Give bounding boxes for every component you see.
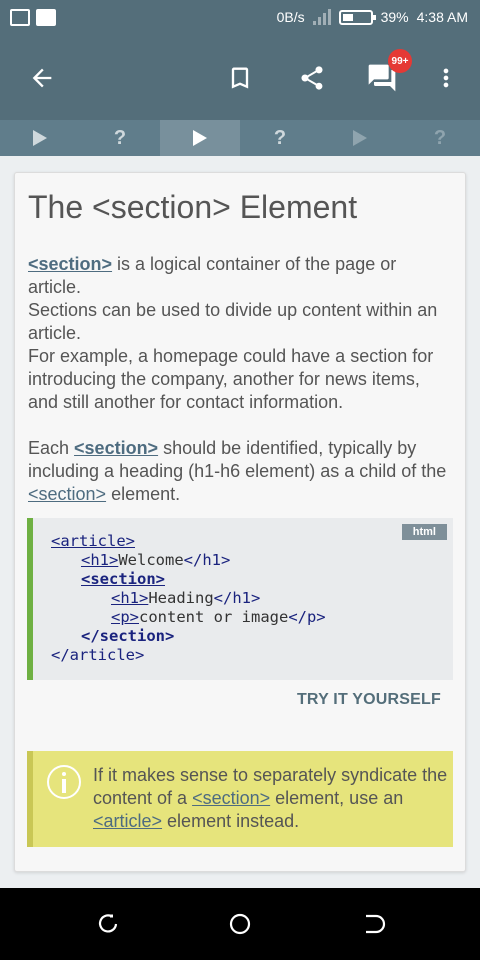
code-line: </article>: [51, 646, 326, 665]
code-tag[interactable]: <article>: [51, 532, 135, 550]
code-tag[interactable]: <p>: [111, 608, 139, 626]
code-tag[interactable]: <h1>: [81, 551, 118, 569]
clock: 4:38 AM: [416, 9, 468, 25]
lesson-nav: ? ? ?: [0, 120, 480, 156]
system-nav-bar: [0, 888, 480, 960]
net-speed: 0B/s: [276, 9, 305, 25]
home-icon: [229, 913, 251, 935]
lesson-step-quiz-2[interactable]: ?: [240, 120, 320, 156]
play-icon: [353, 130, 367, 146]
code-line: <section>: [51, 570, 326, 589]
section-link[interactable]: <section>: [28, 484, 106, 504]
lesson-step-lesson-2[interactable]: [160, 120, 240, 156]
code-language-badge: html: [401, 524, 447, 540]
article-link[interactable]: <article>: [93, 811, 162, 831]
heading-text-pre: Each: [28, 438, 75, 458]
battery-percent: 39%: [380, 9, 409, 25]
heading-paragraph: Each <section> should be identified, typ…: [28, 437, 448, 506]
intro-line-2: Sections can be used to divide up conten…: [28, 300, 438, 343]
code-tag: </p>: [288, 608, 326, 626]
screen-cast-icon: [10, 9, 30, 26]
lesson-step-lesson-3[interactable]: [320, 120, 400, 156]
share-icon: [301, 66, 323, 90]
play-icon: [193, 130, 207, 146]
battery-fill: [342, 13, 353, 21]
status-bar: 0B/s 39% 4:38 AM: [0, 0, 480, 36]
code-line: <p>content or image</p>: [51, 608, 326, 627]
note-text-post: element instead.: [162, 811, 300, 831]
code-text: content or image: [139, 608, 289, 626]
code-tag: </h1>: [183, 551, 231, 569]
code-tag[interactable]: <h1>: [111, 589, 148, 607]
section-link[interactable]: <section>: [74, 438, 158, 458]
lesson-step-quiz-1[interactable]: ?: [80, 120, 160, 156]
back-icon: [366, 914, 386, 934]
code-tag: </h1>: [213, 589, 261, 607]
lesson-card: The <section> Element <section> is a log…: [14, 172, 466, 872]
status-right: 0B/s 39% 4:38 AM: [277, 9, 468, 25]
info-icon: [47, 765, 81, 799]
signal-icon: [312, 9, 331, 25]
recent-apps-icon: [98, 914, 118, 933]
section-link[interactable]: <section>: [28, 254, 112, 274]
section-link[interactable]: <section>: [192, 788, 270, 808]
status-left-icons: [10, 9, 56, 26]
code-line: </section>: [51, 627, 326, 646]
battery-icon: [338, 9, 376, 25]
code-line: <article>: [51, 532, 326, 551]
app-bar: 99+: [0, 36, 480, 120]
comments-button[interactable]: 99+: [362, 49, 412, 98]
comments-badge: 99+: [388, 49, 412, 73]
info-note: If it makes sense to separately syndicat…: [27, 751, 453, 847]
share-button[interactable]: [292, 58, 332, 98]
code-tag: </article>: [51, 646, 145, 664]
code-text: Heading: [148, 589, 214, 607]
back-button[interactable]: [22, 58, 62, 98]
code-example: html <article> <h1>Welcome</h1> <section> <…: [27, 518, 453, 680]
bookmark-icon: [231, 67, 249, 89]
bookmark-button[interactable]: [220, 58, 260, 98]
lesson-title: The <section> Element: [28, 189, 358, 225]
recent-apps-button[interactable]: [96, 912, 120, 936]
activity-icon: [36, 9, 56, 26]
note-text: If it makes sense to separately syndicat…: [93, 764, 449, 833]
note-text-mid: element, use an: [270, 788, 404, 808]
home-button[interactable]: [228, 912, 252, 936]
back-arrow-icon: [32, 68, 52, 88]
play-icon: [33, 130, 47, 146]
code-text: Welcome: [118, 551, 184, 569]
intro-paragraph: <section> is a logical container of the …: [28, 253, 448, 414]
code-lines: <article> <h1>Welcome</h1> <section> <h1>He…: [51, 532, 326, 665]
more-options-button[interactable]: [426, 58, 466, 98]
lesson-step-lesson-1[interactable]: [0, 120, 80, 156]
lesson-step-quiz-3[interactable]: ?: [400, 120, 480, 156]
system-back-button[interactable]: [362, 912, 386, 936]
code-tag: </section>: [81, 627, 175, 645]
code-tag[interactable]: <section>: [81, 570, 165, 588]
intro-line-3: For example, a homepage could have a sec…: [28, 346, 434, 412]
heading-text-post: element.: [106, 484, 181, 504]
try-it-yourself-button[interactable]: TRY IT YOURSELF: [297, 691, 441, 709]
more-vert-icon: [443, 68, 449, 88]
code-line: <h1>Welcome</h1>: [51, 551, 326, 570]
code-line: <h1>Heading</h1>: [51, 589, 326, 608]
